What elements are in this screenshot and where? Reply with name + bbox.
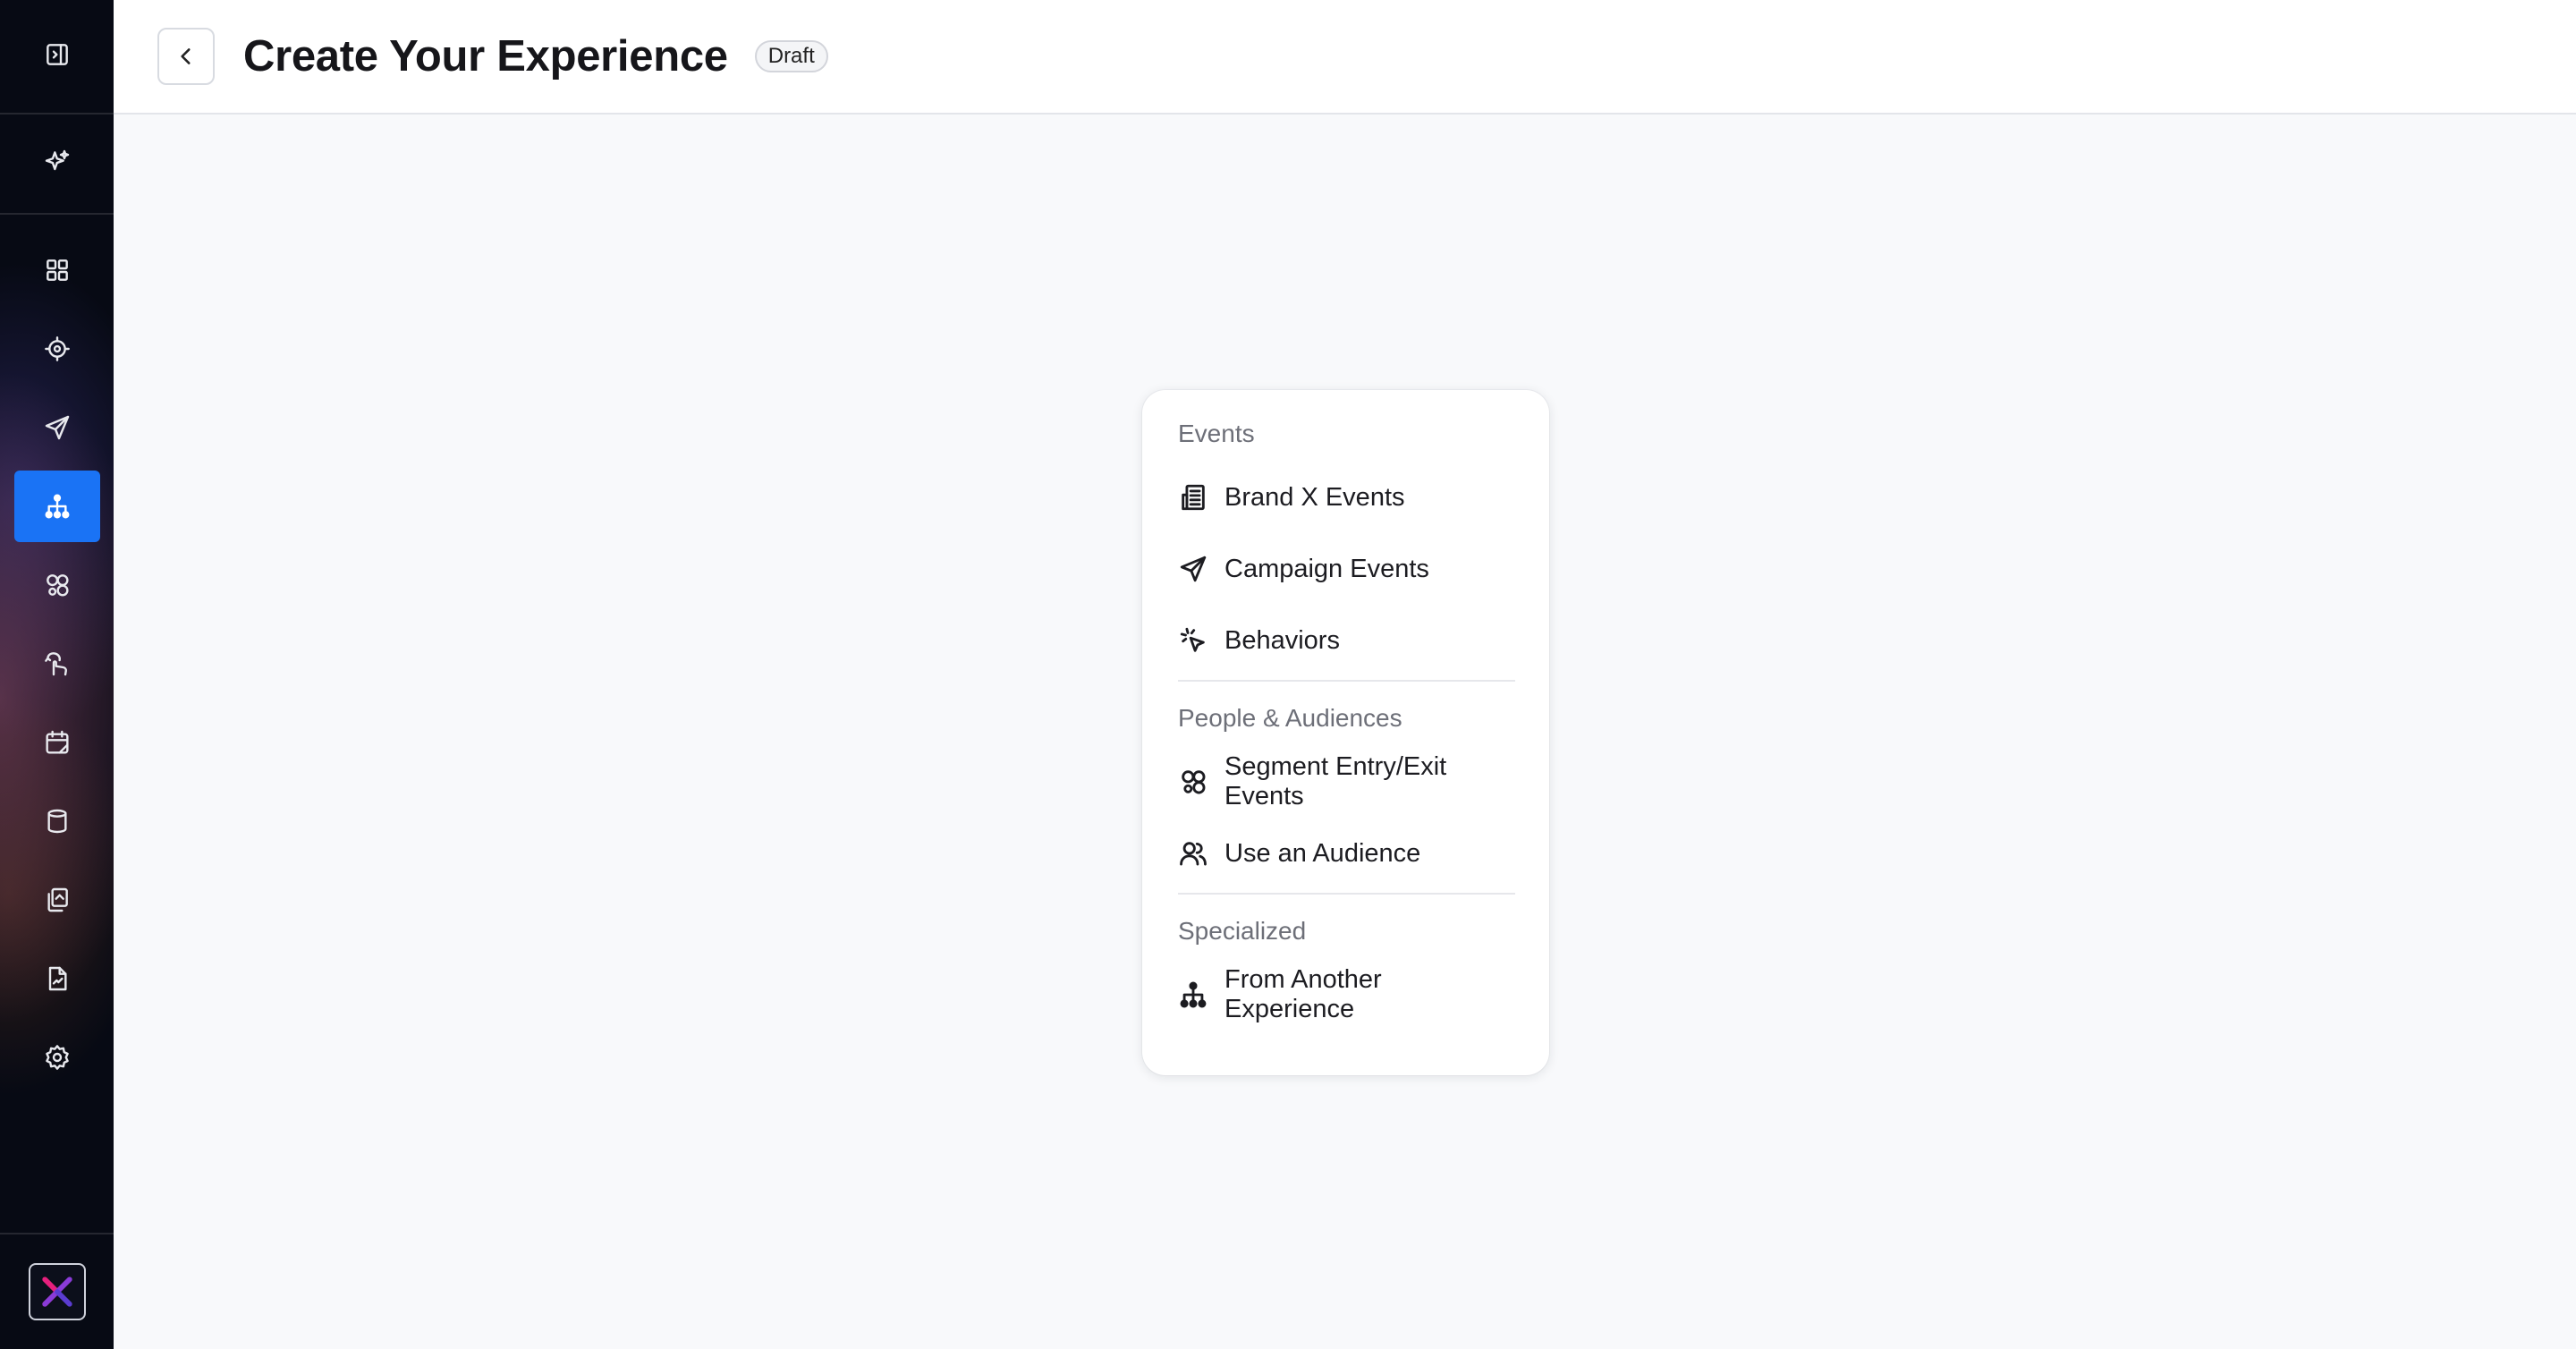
segments-icon [1182,770,1206,794]
sidebar-expand-icon[interactable] [43,40,72,73]
section-divider [1178,893,1515,895]
menu-item-campaign-events[interactable]: Campaign Events [1178,533,1515,605]
menu-item-from-experience[interactable]: From Another Experience [1178,959,1515,1031]
back-button[interactable] [157,28,215,85]
sidebar-item-segments[interactable] [14,549,100,621]
hierarchy-icon [1180,981,1207,1008]
menu-item-label: Behaviors [1224,625,1340,655]
documents-icon [47,887,68,912]
sidebar-toggle-area [0,0,114,115]
menu-item-segment-events[interactable]: Segment Entry/Exit Events [1178,746,1515,818]
menu-item-label: Segment Entry/Exit Events [1224,752,1447,810]
menu-item-label: Use an Audience [1224,838,1421,868]
menu-item-label: Campaign Events [1224,554,1429,583]
section-divider [1178,680,1515,682]
hand-pointer-icon [44,652,67,676]
menu-item-label: Brand X Events [1224,482,1405,512]
sidebar-ai-area [0,115,114,215]
sidebar-item-experiences[interactable] [13,471,100,542]
menu-item-brand-events[interactable]: Brand X Events [1178,462,1515,533]
sidebar-nav [0,215,114,1093]
chevron-left-icon [181,48,191,64]
trigger-menu: Events Brand X Events Campaign Events Be… [1142,390,1549,1075]
sidebar-footer [0,1233,114,1349]
page-title: Create Your Experience [243,32,728,81]
sidebar-item-dashboard[interactable] [14,234,100,306]
sidebar-item-data[interactable] [14,785,100,857]
send-icon [1180,556,1207,582]
dashboard-icon [46,259,68,281]
sidebar-item-settings[interactable] [14,1022,100,1093]
gear-icon [45,1045,69,1070]
sidebar [0,0,114,1349]
page-header: Create Your Experience Draft [114,0,2576,115]
status-badge: Draft [754,40,828,72]
sidebar-item-reports[interactable] [14,943,100,1014]
section-label-people: People & Audiences [1178,704,1402,732]
sparkle-icon[interactable] [43,148,72,181]
menu-item-label: From Another Experience [1224,965,1382,1023]
segments-icon [46,574,69,597]
building-icon [1182,484,1205,511]
database-icon [47,809,67,834]
users-icon [1180,842,1207,866]
target-icon [44,336,70,361]
cursor-click-icon [1180,627,1205,652]
menu-item-use-audience[interactable]: Use an Audience [1178,818,1515,889]
sidebar-item-targeting[interactable] [14,313,100,385]
send-icon [45,415,69,440]
sidebar-item-content[interactable] [14,864,100,936]
calendar-icon [45,730,69,754]
report-icon [48,966,67,991]
sidebar-item-interactions[interactable] [14,628,100,700]
sidebar-item-campaigns[interactable] [14,392,100,463]
section-label-events: Events [1178,420,1255,447]
menu-item-behaviors[interactable]: Behaviors [1178,605,1515,676]
brand-logo[interactable] [28,1263,86,1320]
section-label-specialized: Specialized [1178,917,1307,945]
hierarchy-icon [45,494,69,519]
sidebar-item-calendar[interactable] [14,707,100,778]
